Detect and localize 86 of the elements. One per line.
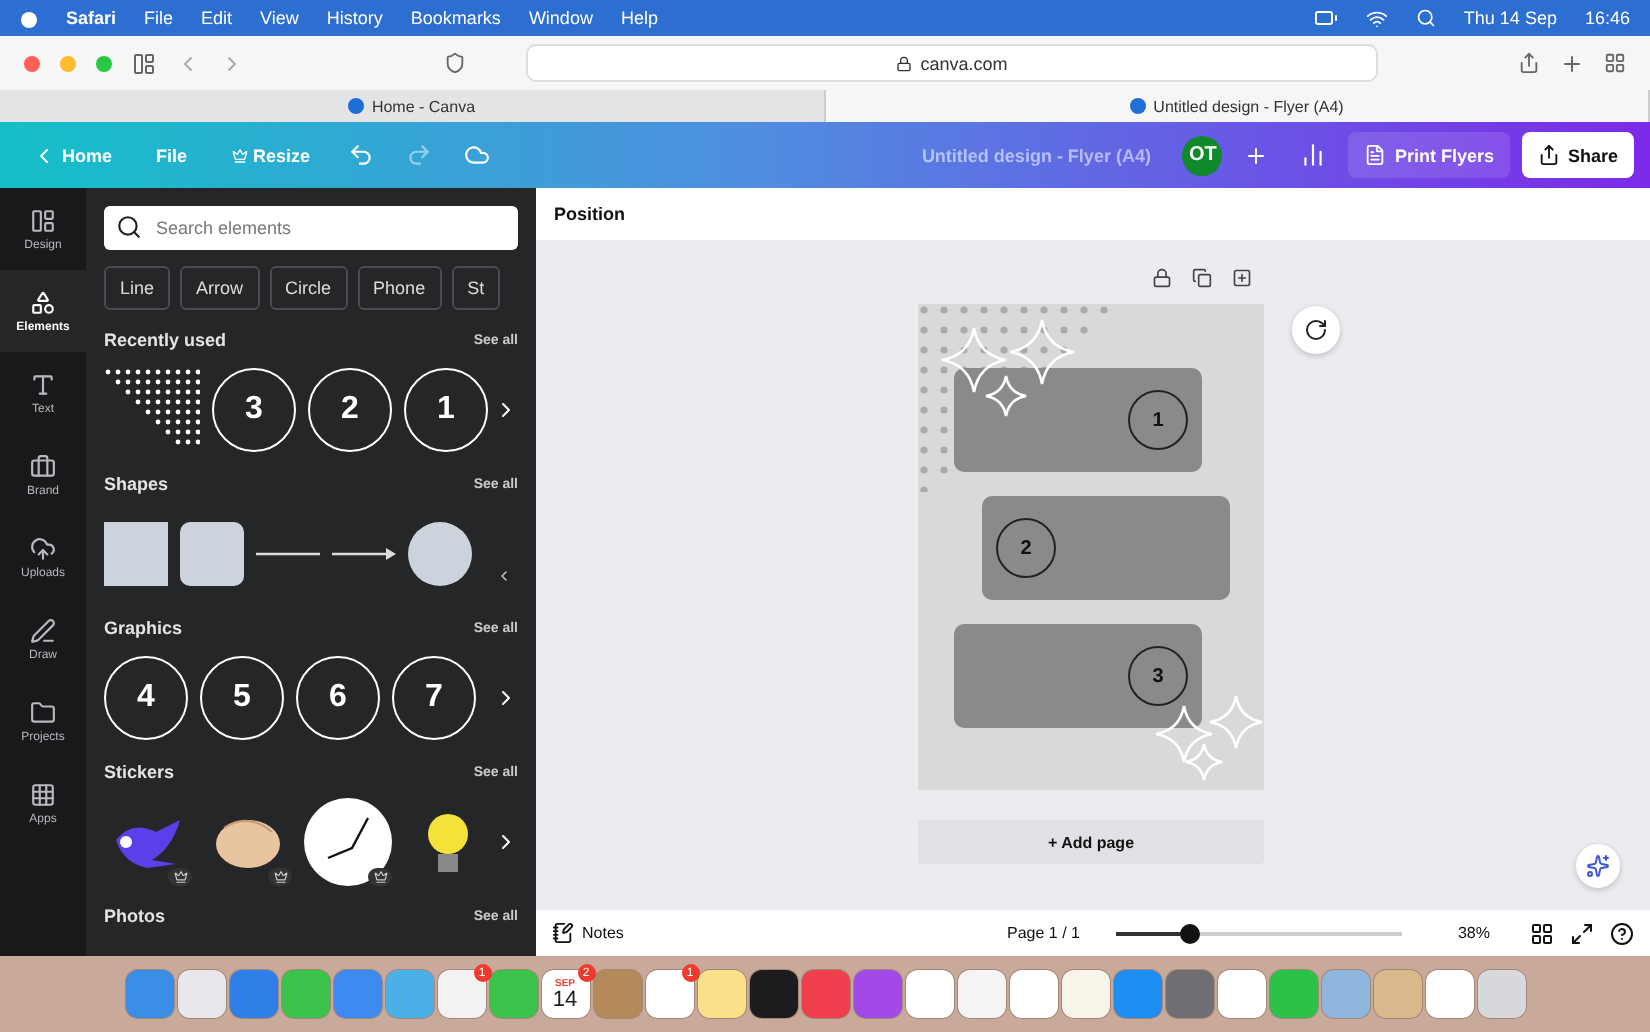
shapes-icon (30, 289, 56, 315)
line-shape[interactable] (256, 550, 320, 558)
magic-sparkle-button[interactable] (1576, 844, 1620, 888)
numbered-card[interactable]: 2 (982, 496, 1230, 600)
notes-button[interactable]: Notes (552, 922, 624, 944)
arrow-shape[interactable] (332, 548, 396, 560)
zoom-reading[interactable]: 38% (1457, 924, 1490, 942)
number-circle-graphic[interactable]: 3 (212, 368, 296, 452)
refresh-icon (1304, 318, 1328, 342)
add-page-button[interactable]: + Add page (918, 820, 1264, 864)
slider-thumb[interactable] (1180, 923, 1201, 943)
dock-app-icon[interactable] (749, 970, 797, 1018)
lock-icon[interactable] (1152, 268, 1172, 288)
crown-icon (231, 147, 248, 163)
notes-icon (552, 922, 574, 944)
grid-view-icon[interactable] (1530, 921, 1554, 945)
circle-shape[interactable] (408, 522, 472, 586)
document-icon (1364, 144, 1387, 166)
share-icon[interactable] (1518, 52, 1540, 74)
page-indicator[interactable]: Page 1 / 1 (1007, 924, 1080, 942)
refresh-button[interactable] (1292, 306, 1340, 354)
number-circle-graphic[interactable]: 5 (200, 656, 284, 740)
text-icon (30, 371, 56, 397)
filter-chip[interactable]: Phone (357, 266, 442, 310)
search-icon[interactable] (1415, 8, 1436, 28)
menu-item[interactable]: View (260, 8, 299, 28)
menu-item[interactable]: Help (620, 8, 658, 28)
rounded-square-shape[interactable] (180, 522, 244, 586)
number-circle-graphic[interactable]: 4 (104, 656, 188, 740)
briefcase-icon (30, 453, 56, 479)
flyer-page[interactable]: 1 2 3 (918, 304, 1264, 790)
search-icon (116, 214, 142, 240)
duplicate-icon[interactable] (1192, 268, 1212, 288)
clock-sticker[interactable] (304, 798, 392, 886)
position-button[interactable]: Position (554, 204, 625, 224)
filter-chip[interactable]: Line (104, 266, 171, 310)
menu-item[interactable]: Bookmarks (410, 8, 501, 28)
menu-item[interactable]: Safari (66, 8, 117, 28)
layout-icon (30, 207, 56, 233)
clock-date[interactable]: Thu 14 Sep (1463, 8, 1557, 28)
number-label: 2 (996, 518, 1056, 578)
section-title: Stickers (104, 762, 175, 782)
add-page-icon[interactable] (1232, 268, 1252, 288)
section-title: Recently used (104, 330, 227, 350)
number-circle-graphic[interactable]: 1 (404, 368, 488, 452)
print-button[interactable]: Print Flyers (1348, 132, 1510, 178)
number-circle-graphic[interactable]: 6 (296, 656, 380, 740)
number-label: 3 (1128, 646, 1188, 706)
number-label: 1 (1128, 390, 1188, 450)
wifi-icon[interactable] (1365, 7, 1388, 29)
numbered-card[interactable]: 1 (954, 368, 1202, 472)
sparkle-icon (1586, 854, 1610, 878)
chevron-left-icon (496, 568, 512, 584)
cloud-upload-icon (30, 535, 56, 561)
battery-icon[interactable] (1313, 6, 1338, 30)
filter-chip[interactable]: Arrow (180, 266, 260, 310)
folder-icon (30, 699, 56, 725)
numbered-card[interactable]: 3 (954, 624, 1202, 728)
clock-time[interactable]: 16:46 (1584, 8, 1630, 28)
browser-tab[interactable]: Untitled design - Flyer (A4) (825, 90, 1650, 122)
number-circle-graphic[interactable]: 7 (392, 656, 476, 740)
tab-overview-icon[interactable] (1604, 52, 1626, 74)
share-button[interactable]: Share (1521, 132, 1634, 178)
menu-item[interactable]: Window (528, 8, 593, 28)
menu-item[interactable]: Edit (201, 8, 233, 28)
sidebar-icon[interactable] (132, 51, 156, 75)
search-field[interactable]: Search elements (104, 206, 518, 250)
apps-grid-icon (30, 781, 56, 807)
fullscreen-icon[interactable] (1570, 921, 1594, 945)
menu-item[interactable]: File (144, 8, 174, 28)
help-icon[interactable] (1610, 921, 1634, 945)
filter-chip[interactable]: St (451, 266, 501, 310)
close-window-button[interactable] (24, 55, 40, 71)
new-tab-icon[interactable] (1560, 51, 1584, 75)
number-circle-graphic[interactable]: 2 (308, 368, 392, 452)
section-title: Shapes (104, 474, 169, 494)
shield-icon[interactable] (444, 52, 466, 74)
share-icon (1537, 144, 1560, 166)
filter-chip[interactable]: Circle (269, 266, 348, 310)
section-title: Photos (104, 906, 165, 926)
pen-icon (30, 617, 56, 643)
calendar-day: 14 (552, 989, 578, 1011)
section-title: Graphics (104, 618, 183, 638)
user-avatar[interactable]: OT (1182, 135, 1223, 175)
address-bar[interactable]: canva.com (526, 44, 1378, 82)
menu-item[interactable]: History (326, 8, 383, 28)
